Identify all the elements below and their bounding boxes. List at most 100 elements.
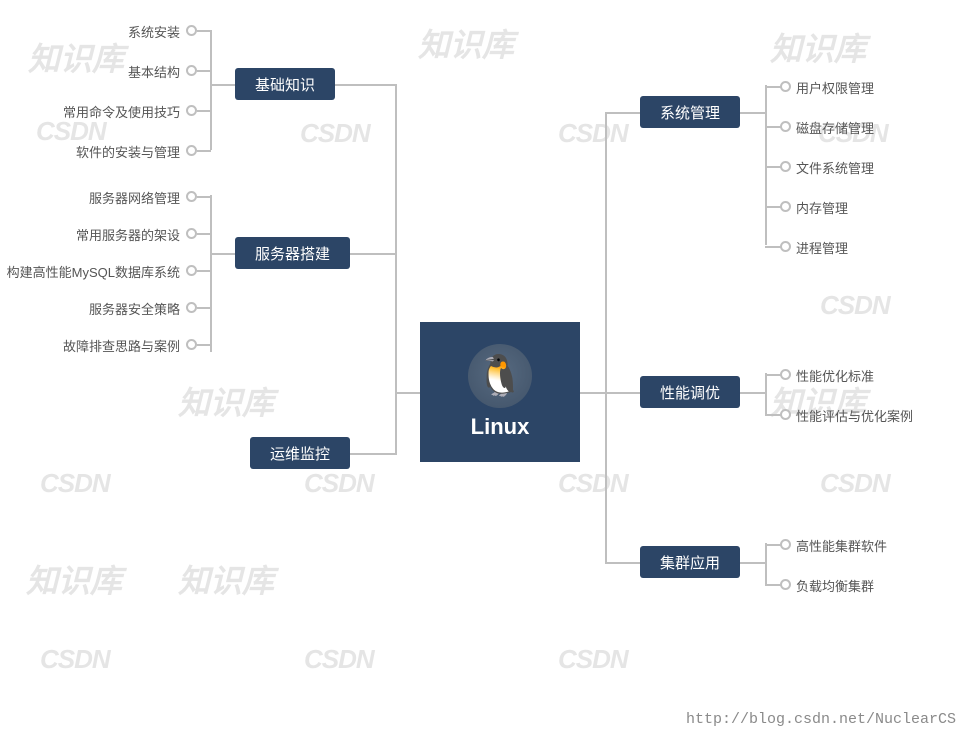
watermark-zh: 知识库 <box>418 20 514 66</box>
leaf-item: 系统安装 <box>50 22 180 41</box>
connector <box>605 392 640 394</box>
leaf-dot <box>780 161 791 172</box>
leaf-dot <box>186 65 197 76</box>
connector <box>197 307 211 309</box>
leaf-item: 常用服务器的架设 <box>30 225 180 244</box>
connector <box>395 392 420 394</box>
cat-cluster: 集群应用 <box>640 546 740 578</box>
watermark-en: CSDN <box>558 644 628 675</box>
connector <box>197 344 211 346</box>
watermark-en: CSDN <box>304 468 374 499</box>
cat-ops-monitor: 运维监控 <box>250 437 350 469</box>
watermark-en: CSDN <box>820 468 890 499</box>
connector <box>765 166 781 168</box>
connector <box>197 233 211 235</box>
connector <box>210 30 212 150</box>
connector <box>765 373 767 415</box>
watermark-zh: 知识库 <box>178 556 274 602</box>
leaf-dot <box>780 369 791 380</box>
tux-icon: 🐧 <box>468 344 532 408</box>
connector <box>197 110 211 112</box>
footer-url: http://blog.csdn.net/NuclearCS <box>686 711 956 728</box>
leaf-dot <box>780 81 791 92</box>
cat-server-build: 服务器搭建 <box>235 237 350 269</box>
leaf-dot <box>780 121 791 132</box>
connector <box>210 195 212 352</box>
connector <box>765 206 781 208</box>
cat-performance: 性能调优 <box>640 376 740 408</box>
leaf-dot <box>186 191 197 202</box>
leaf-dot <box>780 539 791 550</box>
connector <box>395 392 397 455</box>
watermark-zh: 知识库 <box>178 378 274 424</box>
leaf-item: 磁盘存储管理 <box>796 118 874 137</box>
connector <box>605 562 640 564</box>
leaf-dot <box>780 201 791 212</box>
watermark-en: CSDN <box>40 644 110 675</box>
connector <box>197 70 211 72</box>
leaf-item: 常用命令及使用技巧 <box>20 102 180 121</box>
watermark-en: CSDN <box>300 118 370 149</box>
leaf-item: 服务器网络管理 <box>30 188 180 207</box>
connector <box>740 112 765 114</box>
leaf-item: 故障排查思路与案例 <box>20 336 180 355</box>
center-node: 🐧 Linux <box>420 322 580 462</box>
watermark-en: CSDN <box>40 468 110 499</box>
connector <box>350 253 396 255</box>
leaf-item: 高性能集群软件 <box>796 536 887 555</box>
connector <box>765 584 781 586</box>
connector <box>605 112 640 114</box>
leaf-item: 性能优化标准 <box>796 366 874 385</box>
connector <box>765 414 781 416</box>
connector <box>350 453 395 455</box>
leaf-dot <box>780 241 791 252</box>
leaf-item: 基本结构 <box>50 62 180 81</box>
watermark-en: CSDN <box>558 118 628 149</box>
watermark-zh: 知识库 <box>26 556 122 602</box>
leaf-item: 内存管理 <box>796 198 848 217</box>
leaf-item: 软件的安装与管理 <box>30 142 180 161</box>
connector <box>210 253 235 255</box>
connector <box>740 392 765 394</box>
cat-basic-knowledge: 基础知识 <box>235 68 335 100</box>
leaf-dot <box>780 409 791 420</box>
connector <box>765 544 781 546</box>
connector <box>197 270 211 272</box>
connector <box>197 196 211 198</box>
connector <box>765 85 767 245</box>
connector <box>335 84 395 86</box>
connector <box>765 246 781 248</box>
leaf-dot <box>186 145 197 156</box>
connector <box>197 150 211 152</box>
leaf-dot <box>186 25 197 36</box>
watermark-en: CSDN <box>558 468 628 499</box>
connector <box>765 86 781 88</box>
connector <box>765 543 767 585</box>
watermark-en: CSDN <box>304 644 374 675</box>
watermark-zh: 知识库 <box>770 24 866 70</box>
connector <box>580 392 605 394</box>
leaf-dot <box>186 265 197 276</box>
leaf-item: 构建高性能MySQL数据库系统 <box>0 262 180 281</box>
leaf-dot <box>186 105 197 116</box>
connector <box>765 374 781 376</box>
leaf-item: 进程管理 <box>796 238 848 257</box>
leaf-item: 负载均衡集群 <box>796 576 874 595</box>
leaf-item: 服务器安全策略 <box>30 299 180 318</box>
leaf-item: 用户权限管理 <box>796 78 874 97</box>
connector <box>765 126 781 128</box>
watermark-en: CSDN <box>820 290 890 321</box>
leaf-dot <box>186 302 197 313</box>
connector <box>395 84 397 394</box>
connector <box>197 30 211 32</box>
leaf-dot <box>186 339 197 350</box>
connector <box>740 562 765 564</box>
connector <box>210 84 235 86</box>
connector <box>605 112 607 564</box>
cat-system-admin: 系统管理 <box>640 96 740 128</box>
leaf-item: 性能评估与优化案例 <box>796 406 913 425</box>
leaf-item: 文件系统管理 <box>796 158 874 177</box>
center-title: Linux <box>471 414 530 440</box>
diagram-canvas: 知识库 CSDN 知识库 CSDN CSDN 知识库 CSDN 知识库 CSDN… <box>0 0 980 742</box>
leaf-dot <box>780 579 791 590</box>
